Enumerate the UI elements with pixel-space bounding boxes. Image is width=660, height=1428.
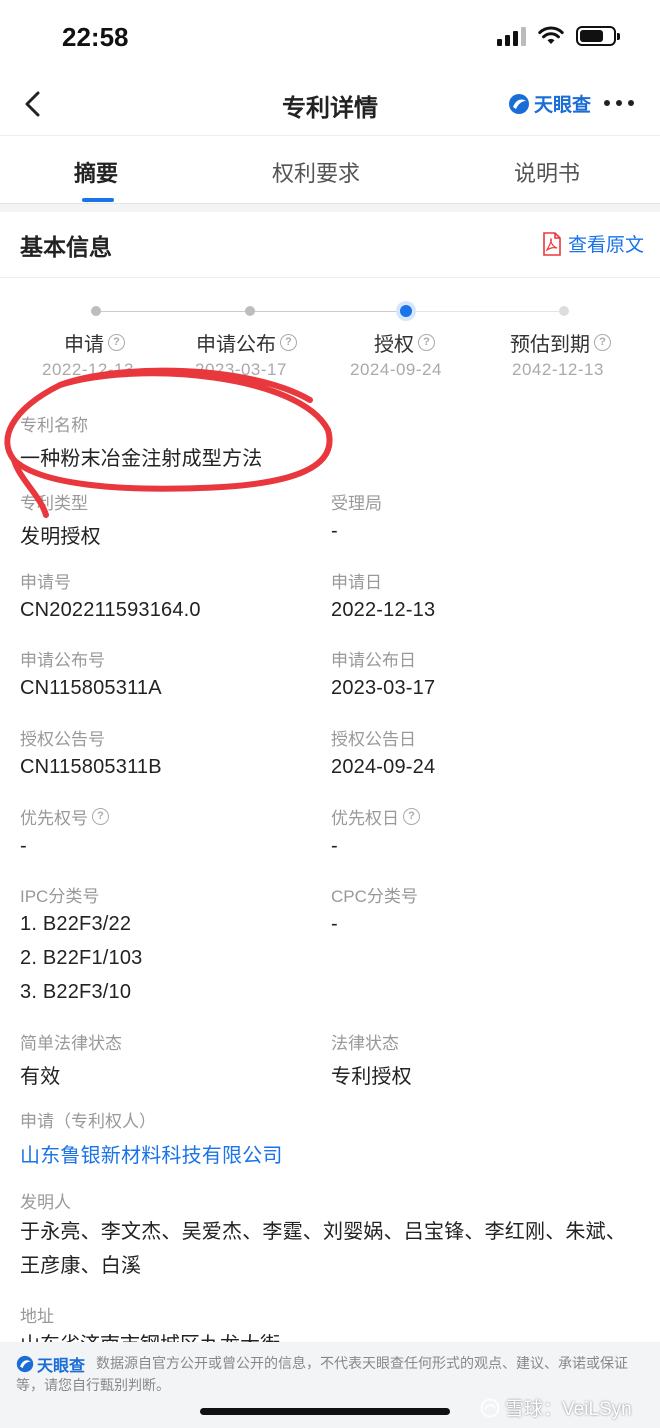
- timeline-date-apply: 2022-12-13: [42, 360, 134, 379]
- grant-no-value: CN115805311B: [20, 756, 162, 778]
- footer-disclaimer-text: 数据源自官方公开或曾公开的信息，不代表天眼查任何形式的观点、建议、承诺或保证等，…: [16, 1355, 628, 1393]
- cpc-label: CPC分类号: [331, 887, 418, 906]
- help-icon[interactable]: ?: [403, 808, 420, 825]
- patent-name-value: 一种粉末冶金注射成型方法: [20, 448, 263, 470]
- pub-no-label: 申请公布号: [20, 651, 105, 670]
- inventors-label: 发明人: [20, 1193, 71, 1212]
- tab-claims[interactable]: 权利要求: [272, 156, 360, 188]
- ipc-value-3: 3. B22F3/10: [20, 981, 132, 1003]
- brand-logo[interactable]: 天眼查: [508, 90, 591, 117]
- address-value: 山东省济南市钢城区九龙大街: [20, 1328, 280, 1342]
- office-value: -: [331, 520, 338, 542]
- office-label: 受理局: [331, 494, 382, 513]
- tab-active-indicator: [82, 198, 114, 202]
- more-dots-icon: [604, 100, 610, 106]
- cellular-signal-icon: [497, 26, 526, 46]
- timeline-dot-apply: [91, 306, 101, 316]
- simple-status-value: 有效: [20, 1066, 61, 1088]
- ipc-value-1: 1. B22F3/22: [20, 913, 132, 935]
- status-time: 22:58: [62, 22, 129, 52]
- watermark-text: 雪球：VeiLSyn: [505, 1399, 632, 1420]
- grant-no-label: 授权公告号: [20, 730, 105, 749]
- more-button[interactable]: [604, 100, 634, 106]
- nav-bar: 专利详情 天眼查: [0, 74, 660, 136]
- section-divider: [0, 204, 660, 212]
- address-label: 地址: [20, 1307, 54, 1326]
- section-header: 基本信息 查看原文: [0, 212, 660, 278]
- priority-date-value: -: [331, 835, 338, 857]
- simple-status-label: 简单法律状态: [20, 1034, 122, 1053]
- app-no-value: CN202211593164.0: [20, 599, 201, 621]
- help-icon[interactable]: ?: [418, 334, 435, 351]
- battery-icon: [576, 26, 620, 46]
- ipc-label: IPC分类号: [20, 887, 100, 906]
- watermark: 雪球：VeiLSyn: [480, 1394, 632, 1421]
- pub-date-label: 申请公布日: [331, 651, 416, 670]
- timeline-dot-expiry: [559, 306, 569, 316]
- app-date-label: 申请日: [331, 573, 382, 592]
- wifi-icon: [538, 26, 564, 44]
- home-indicator[interactable]: [200, 1408, 450, 1415]
- status-icons: [497, 26, 620, 46]
- snowball-logo-icon: [480, 1398, 500, 1417]
- pub-no-value: CN115805311A: [20, 677, 162, 699]
- grant-date-value: 2024-09-24: [331, 756, 436, 778]
- view-original-button[interactable]: 查看原文: [542, 230, 644, 257]
- grant-date-label: 授权公告日: [331, 730, 416, 749]
- timeline-label-publish: 申请公布?: [196, 328, 297, 357]
- help-icon[interactable]: ?: [92, 808, 109, 825]
- inventors-value: 于永亮、李文杰、吴爱杰、李霆、刘婴娲、吕宝锋、李红刚、朱斌、王彦康、白溪: [20, 1221, 626, 1277]
- applicant-link[interactable]: 山东鲁银新材料科技有限公司: [20, 1139, 283, 1168]
- legal-status-value: 专利授权: [331, 1066, 412, 1088]
- patent-timeline: 申请? 申请公布? 授权? 预估到期? 2022-12-13 2023-03-1…: [0, 300, 660, 390]
- priority-date-label: 优先权日?: [331, 804, 420, 829]
- cpc-value: -: [331, 913, 338, 935]
- help-icon[interactable]: ?: [280, 334, 297, 351]
- tianyancha-logo-icon: [509, 93, 529, 114]
- ipc-value-2: 2. B22F1/103: [20, 947, 143, 969]
- legal-status-label: 法律状态: [331, 1034, 399, 1053]
- help-icon[interactable]: ?: [594, 334, 611, 351]
- timeline-label-grant: 授权?: [374, 328, 435, 357]
- brand-name: 天眼查: [534, 95, 592, 116]
- tab-abstract[interactable]: 摘要: [74, 156, 118, 188]
- timeline-line-future: [412, 311, 560, 312]
- timeline-date-publish: 2023-03-17: [195, 360, 287, 379]
- tab-description[interactable]: 说明书: [514, 156, 580, 188]
- timeline-dot-publish: [245, 306, 255, 316]
- help-icon[interactable]: ?: [108, 334, 125, 351]
- view-original-label: 查看原文: [568, 235, 645, 256]
- app-no-label: 申请号: [20, 573, 71, 592]
- section-title: 基本信息: [20, 234, 112, 260]
- patent-type-value: 发明授权: [20, 526, 101, 548]
- applicant-label: 申请（专利权人）: [20, 1112, 156, 1131]
- timeline-label-apply: 申请?: [64, 328, 125, 357]
- tab-bar: 摘要 权利要求 说明书: [0, 136, 660, 204]
- pdf-icon: [543, 231, 561, 256]
- patent-type-label: 专利类型: [20, 494, 88, 513]
- timeline-dot-grant: [400, 305, 412, 317]
- priority-no-value: -: [20, 835, 27, 857]
- timeline-date-expiry: 2042-12-13: [512, 360, 604, 379]
- priority-no-label: 优先权号?: [20, 804, 109, 829]
- app-date-value: 2022-12-13: [331, 599, 436, 621]
- timeline-label-expiry: 预估到期?: [510, 328, 611, 357]
- pub-date-value: 2023-03-17: [331, 677, 436, 699]
- status-bar: 22:58: [0, 0, 660, 74]
- patent-name-label: 专利名称: [20, 416, 88, 435]
- timeline-date-grant: 2024-09-24: [350, 360, 442, 379]
